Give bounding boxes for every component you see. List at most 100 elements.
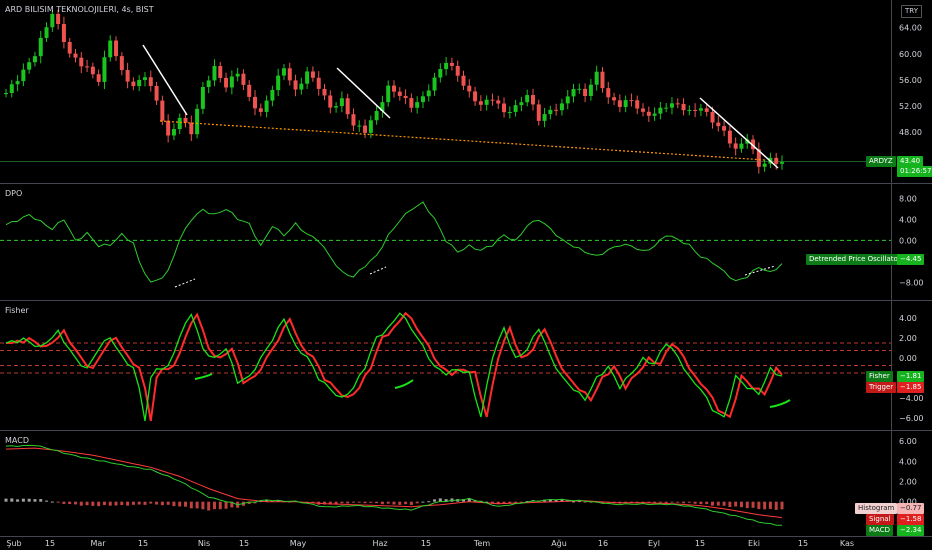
candle	[669, 103, 674, 108]
time-label[interactable]: Mar	[90, 539, 106, 548]
histogram-bar	[363, 501, 367, 504]
histogram-bar	[745, 501, 749, 509]
candle	[90, 66, 95, 75]
candle	[571, 89, 576, 97]
time-label[interactable]: 15	[239, 539, 249, 548]
candle	[490, 99, 495, 101]
price-tick-4: 48.00	[899, 128, 922, 137]
histogram-bar	[763, 501, 767, 510]
candle	[114, 40, 119, 57]
time-axis[interactable]: Şub 15 Mar 15 Nis 15 May Haz 15 Tem Ağu 16 Eyl 15 Eki 1…	[6, 539, 854, 548]
histogram-value-badge: −0.77	[897, 503, 925, 514]
candle	[652, 113, 657, 116]
currency-badge[interactable]: TRY	[901, 5, 922, 18]
signal-line	[5, 447, 783, 519]
time-label[interactable]: Nis	[198, 539, 210, 548]
candle	[299, 83, 304, 90]
candle	[623, 100, 628, 107]
time-label[interactable]: 15	[421, 539, 431, 548]
candle	[473, 91, 478, 102]
dpo-title[interactable]: DPO	[5, 189, 22, 198]
histogram-bar	[774, 501, 778, 510]
macd-label-badge: MACD	[866, 525, 893, 536]
candle	[438, 69, 443, 78]
candle	[484, 99, 489, 105]
time-label[interactable]: 15	[798, 539, 808, 548]
candle	[415, 102, 420, 108]
histogram-bar	[404, 501, 408, 505]
candle	[339, 98, 344, 107]
candle	[137, 79, 142, 87]
time-label[interactable]: Tem	[473, 539, 490, 548]
candle	[166, 120, 171, 136]
histogram-bar	[21, 498, 25, 502]
candle	[646, 111, 651, 116]
candle	[67, 41, 72, 54]
candle	[85, 66, 90, 68]
macd-title[interactable]: MACD	[5, 436, 29, 445]
histogram-bar	[433, 499, 437, 502]
time-label[interactable]: Eki	[748, 539, 760, 548]
candle	[612, 97, 617, 101]
candle	[200, 86, 205, 109]
candle	[235, 73, 240, 77]
candle	[50, 13, 55, 28]
candle	[15, 81, 20, 85]
time-label[interactable]: 15	[138, 539, 148, 548]
time-label[interactable]: 15	[45, 539, 55, 548]
time-label[interactable]: 16	[598, 539, 608, 548]
candle	[270, 90, 275, 101]
macd-panel[interactable]	[4, 444, 784, 526]
chart-canvas[interactable]: 64.00 60.00 56.00 52.00 48.00 8.00 4.00 0.00 −8.…	[0, 0, 932, 550]
candle	[467, 85, 472, 92]
price-panel[interactable]	[0, 9, 891, 174]
histogram-bar	[340, 501, 344, 504]
price-axis[interactable]: 64.00 60.00 56.00 52.00 48.00 8.00 4.00 0.00 −8.…	[899, 24, 924, 507]
histogram-bar	[39, 499, 43, 502]
time-label[interactable]: 15	[695, 539, 705, 548]
candle	[212, 66, 217, 81]
signal-label-badge: Signal	[866, 514, 894, 525]
histogram-bar	[149, 501, 153, 504]
candle	[293, 80, 298, 90]
candle	[287, 68, 292, 81]
fisher-panel[interactable]	[0, 311, 891, 422]
candle	[583, 88, 588, 96]
dpo-divergence-line	[174, 278, 196, 288]
time-label[interactable]: Haz	[372, 539, 387, 548]
time-label[interactable]: Şub	[6, 539, 21, 548]
candle	[258, 108, 263, 112]
symbol-title[interactable]: ARD BILISIM TEKNOLOJILERI, 4s, BIST	[5, 5, 154, 14]
fisher-title[interactable]: Fisher	[5, 306, 29, 315]
candle	[594, 71, 599, 85]
candle	[635, 100, 640, 109]
dpo-divergence-line	[744, 265, 776, 276]
candle	[160, 100, 165, 121]
time-label[interactable]: Ağu	[551, 539, 567, 548]
candle	[727, 130, 732, 144]
fisher-divergence-mark	[394, 379, 414, 389]
histogram-bar	[386, 501, 390, 504]
candle	[241, 73, 246, 85]
dpo-tick-3: −8.00	[899, 278, 924, 287]
histogram-bar	[102, 501, 106, 506]
candle	[276, 75, 281, 91]
candle	[386, 85, 391, 103]
price-tick-3: 52.00	[899, 102, 922, 111]
candle	[698, 108, 703, 111]
histogram-bar	[676, 501, 680, 503]
histogram-bar	[375, 501, 379, 504]
histogram-bar	[10, 498, 14, 502]
fisher-divergence-mark	[194, 373, 213, 380]
candle	[247, 84, 252, 97]
time-label[interactable]: Eyl	[648, 539, 660, 548]
time-label[interactable]: Kas	[840, 539, 854, 548]
candle	[478, 101, 483, 105]
candle	[664, 107, 669, 109]
time-label[interactable]: May	[290, 539, 307, 548]
candle	[606, 88, 611, 98]
histogram-bar	[16, 499, 20, 502]
candle	[780, 162, 784, 164]
dpo-panel[interactable]	[0, 201, 891, 288]
candle	[4, 93, 8, 94]
